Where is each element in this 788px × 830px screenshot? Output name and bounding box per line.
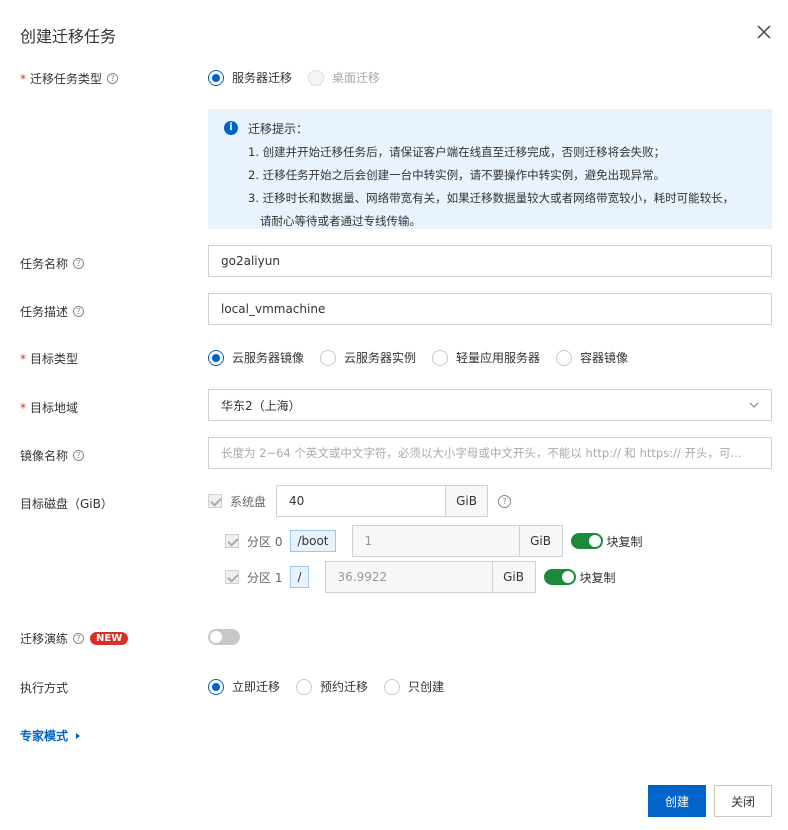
drill-toggle[interactable] — [208, 629, 240, 645]
chevron-down-icon — [749, 402, 759, 408]
block-copy-label: 块复制 — [606, 534, 643, 549]
close-button[interactable]: 关闭 — [714, 785, 772, 817]
system-disk-label: 系统盘 — [230, 494, 267, 509]
radio-dot — [208, 678, 224, 695]
radio-migrate-now[interactable]: 立即迁移 — [208, 678, 280, 695]
tip-title: 迁移提示： — [248, 122, 309, 136]
tip-line-3: 3. 迁移时长和数据量、网络带宽有关，如果迁移数据量较大或者网络带宽较小，耗时可… — [248, 191, 735, 205]
required-mark: * — [20, 71, 26, 86]
info-icon: i — [224, 121, 238, 135]
radio-create-only[interactable]: 只创建 — [384, 678, 444, 695]
image-name-label: 镜像名称 ? — [20, 447, 85, 464]
task-desc-label: 任务描述 ? — [20, 303, 85, 320]
partition-1-mount: / — [290, 566, 309, 588]
radio-server-migration[interactable]: 服务器迁移 — [208, 69, 292, 86]
partition-1-size-input: 36.9922 — [324, 561, 493, 593]
migration-tip-box: i 迁移提示： 1. 创建并开始迁移任务后，请保证客户端在线直至迁移完成，否则迁… — [208, 109, 772, 229]
help-icon[interactable]: ? — [73, 306, 85, 317]
help-icon[interactable]: ? — [73, 450, 85, 461]
new-badge: NEW — [90, 632, 129, 645]
drill-label: 迁移演练 ? NEW — [20, 630, 129, 647]
partition-0-size-input: 1 — [351, 525, 520, 557]
system-disk-unit: GiB — [446, 485, 489, 517]
radio-dot — [432, 349, 449, 366]
caret-right-icon — [76, 732, 81, 739]
help-icon[interactable]: ? — [107, 73, 119, 84]
block-copy-label: 块复制 — [579, 570, 616, 585]
radio-light-server[interactable]: 轻量应用服务器 — [432, 349, 540, 366]
help-icon[interactable]: ? — [73, 633, 85, 644]
target-region-select[interactable]: 华东2（上海） — [208, 389, 772, 421]
help-icon[interactable]: ? — [73, 258, 85, 269]
radio-container-image[interactable]: 容器镜像 — [556, 349, 628, 366]
task-desc-input[interactable]: local_vmmachine — [208, 293, 772, 325]
partition-0-mount: /boot — [290, 530, 336, 552]
tip-line-1: 1. 创建并开始迁移任务后，请保证客户端在线直至迁移完成，否则迁移将会失败； — [248, 145, 666, 159]
partition-1-checkbox — [225, 570, 239, 584]
system-disk-row: 系统盘 40 GiB ? — [208, 485, 512, 517]
target-disk-label: 目标磁盘（GiB） — [20, 497, 113, 511]
partition-1-block-copy-toggle[interactable] — [543, 569, 576, 585]
target-type-radio-group: 云服务器镜像 云服务器实例 轻量应用服务器 容器镜像 — [208, 349, 644, 366]
required-mark: * — [20, 400, 26, 415]
partition-1-row: 分区 1 / 36.9922 GiB 块复制 — [225, 561, 616, 593]
radio-dot — [556, 349, 573, 366]
radio-cloud-instance[interactable]: 云服务器实例 — [320, 349, 416, 366]
radio-dot — [320, 349, 337, 366]
tip-line-2: 2. 迁移任务开始之后会创建一台中转实例，请不要操作中转实例，避免出现异常。 — [248, 168, 666, 182]
help-icon[interactable]: ? — [498, 494, 512, 508]
execution-label: 执行方式 — [20, 681, 69, 695]
target-region-label: * 目标地域 — [20, 400, 79, 416]
system-disk-size-input[interactable]: 40 — [276, 485, 447, 517]
partition-1-unit: GiB — [492, 561, 536, 593]
radio-dot — [296, 678, 313, 695]
required-mark: * — [20, 351, 26, 366]
radio-cloud-image[interactable]: 云服务器镜像 — [208, 349, 304, 366]
create-button[interactable]: 创建 — [648, 785, 706, 817]
partition-0-block-copy-toggle[interactable] — [570, 533, 603, 549]
partition-0-label: 分区 0 — [247, 534, 283, 549]
radio-dot — [208, 349, 224, 366]
radio-desktop-migration: 桌面迁移 — [308, 69, 380, 86]
migration-type-label: * 迁移任务类型 ? — [20, 70, 119, 87]
execution-radio-group: 立即迁移 预约迁移 只创建 — [208, 678, 460, 695]
migration-type-radio-group: 服务器迁移 桌面迁移 — [208, 69, 396, 86]
target-type-label: * 目标类型 — [20, 351, 79, 367]
radio-dot — [384, 678, 401, 695]
close-icon[interactable] — [754, 22, 774, 42]
expert-mode-link[interactable]: 专家模式 — [20, 727, 81, 744]
radio-schedule-migration[interactable]: 预约迁移 — [296, 678, 368, 695]
tip-line-4: 请耐心等待或者通过专线传输。 — [260, 214, 421, 228]
partition-0-checkbox — [225, 534, 239, 548]
partition-0-unit: GiB — [519, 525, 563, 557]
task-name-input[interactable]: go2aliyun — [208, 245, 772, 277]
radio-dot — [208, 69, 224, 86]
dialog-title: 创建迁移任务 — [20, 27, 117, 46]
partition-1-label: 分区 1 — [247, 570, 283, 585]
image-name-input[interactable]: 长度为 2~64 个英文或中文字符，必须以大小字母或中文开头，不能以 http:… — [208, 437, 772, 469]
task-name-label: 任务名称 ? — [20, 255, 85, 272]
radio-dot — [308, 69, 325, 86]
system-disk-checkbox — [208, 494, 222, 508]
partition-0-row: 分区 0 /boot 1 GiB 块复制 — [225, 525, 643, 557]
